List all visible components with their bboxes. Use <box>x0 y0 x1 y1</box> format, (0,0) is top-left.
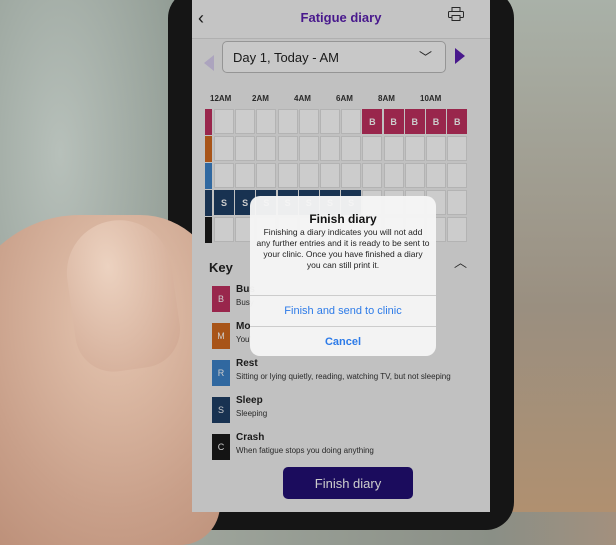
finish-diary-dialog: Finish diary Finishing a diary indicates… <box>250 196 436 356</box>
divider <box>250 326 436 327</box>
finish-and-send-button[interactable]: Finish and send to clinic <box>250 304 436 318</box>
dialog-message: Finishing a diary indicates you will not… <box>256 227 430 270</box>
cancel-button[interactable]: Cancel <box>250 335 436 349</box>
divider <box>250 295 436 296</box>
dialog-title: Finish diary <box>309 212 377 226</box>
